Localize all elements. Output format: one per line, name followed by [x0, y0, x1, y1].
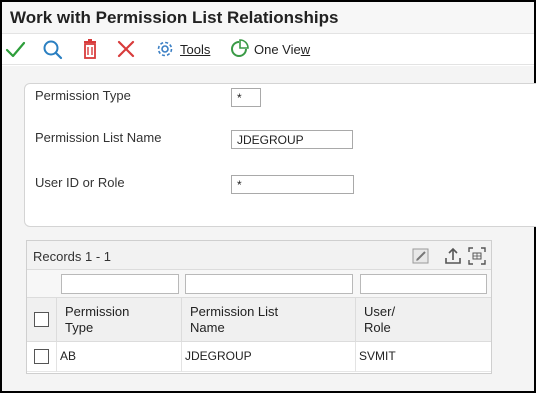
records-count: Records 1 - 1: [33, 249, 112, 264]
column-header-label-line2: Type: [65, 320, 94, 335]
page-title: Work with Permission List Relationships: [10, 8, 339, 27]
gear-icon[interactable]: [154, 38, 176, 60]
table-row[interactable]: AB JDEGROUP SVMIT: [27, 342, 491, 372]
checkmark-icon[interactable]: [4, 38, 26, 60]
user-id-or-role-label: User ID or Role: [35, 175, 125, 190]
permission-type-label: Permission Type: [35, 88, 131, 103]
filter-user-role[interactable]: [360, 274, 487, 294]
column-header-label-line1: Permission List: [190, 304, 279, 319]
row-select-cell: [27, 342, 57, 372]
results-grid: Records 1 - 1 Permission Type Permission…: [26, 240, 492, 374]
column-header-label-line2: Role: [364, 320, 391, 335]
search-icon[interactable]: [41, 38, 63, 60]
cell-permission-type-text: AB: [60, 349, 77, 363]
permission-type-input[interactable]: [231, 88, 261, 107]
cell-user-role: SVMIT: [356, 342, 491, 372]
column-header-user-role[interactable]: User/ Role: [356, 298, 491, 342]
tools-menu[interactable]: Tools: [180, 42, 210, 57]
column-header-label-line1: User/: [364, 304, 396, 319]
grid-header-bar: Records 1 - 1: [27, 241, 491, 270]
cell-permission-type: AB: [57, 342, 182, 372]
toolbar: Tools One View: [2, 35, 534, 65]
export-icon[interactable]: [443, 246, 463, 266]
close-icon[interactable]: [115, 38, 137, 60]
column-header-label-line2: Name: [190, 320, 225, 335]
title-bar: Work with Permission List Relationships: [2, 2, 534, 34]
edit-grid-icon[interactable]: [411, 246, 431, 266]
tools-label: Tools: [180, 42, 211, 57]
filter-permission-type[interactable]: [61, 274, 179, 294]
query-by-example-row: [27, 270, 491, 298]
filter-permission-list-name[interactable]: [185, 274, 353, 294]
cell-user-role-text: SVMIT: [359, 349, 396, 363]
permission-list-name-input[interactable]: [231, 130, 353, 149]
column-header-permission-type[interactable]: Permission Type: [57, 298, 182, 342]
one-view-label-hotkey: w: [300, 42, 311, 57]
row-checkbox[interactable]: [34, 349, 49, 364]
column-header-row: Permission Type Permission List Name Use…: [27, 298, 491, 342]
column-header-label-line1: Permission: [65, 304, 130, 319]
search-criteria-panel: Permission Type Permission List Name Use…: [24, 83, 536, 227]
trash-icon[interactable]: [79, 38, 101, 60]
user-id-or-role-input[interactable]: [231, 175, 354, 194]
grid-format-icon[interactable]: [467, 246, 487, 266]
select-all-cell: [27, 298, 57, 342]
select-all-checkbox[interactable]: [34, 312, 49, 327]
one-view-label: One Vie: [254, 42, 301, 57]
pie-chart-icon[interactable]: [228, 38, 250, 60]
cell-permission-list-name: JDEGROUP: [182, 342, 356, 372]
one-view-button[interactable]: One View: [254, 42, 310, 57]
column-header-permission-list-name[interactable]: Permission List Name: [182, 298, 356, 342]
permission-list-name-label: Permission List Name: [35, 130, 162, 145]
cell-permission-list-name-text: JDEGROUP: [185, 349, 252, 363]
